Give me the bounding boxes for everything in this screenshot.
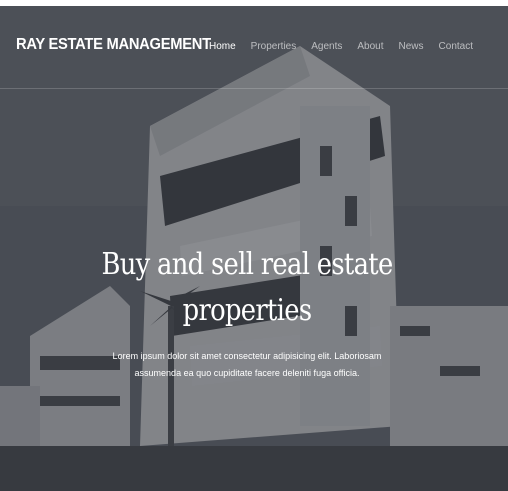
nav-link-contact[interactable]: Contact xyxy=(439,41,473,52)
nav-link-properties[interactable]: Properties xyxy=(251,41,297,52)
hero-description: Lorem ipsum dolor sit amet consectetur a… xyxy=(112,351,382,379)
nav-link-agents[interactable]: Agents xyxy=(311,41,342,52)
top-navbar: RAY ESTATE MANAGEMENT Home Properties Ag… xyxy=(0,6,508,89)
hero-content: Buy and sell real estate properties Lore… xyxy=(0,242,494,382)
nav-link-home[interactable]: Home xyxy=(209,41,236,52)
hero-title-line1: Buy and sell real estate xyxy=(101,247,393,282)
hero-section: RAY ESTATE MANAGEMENT Home Properties Ag… xyxy=(0,6,508,491)
hero-title-line2: properties xyxy=(182,293,312,328)
hero-title: Buy and sell real estate properties xyxy=(35,242,460,334)
nav-link-news[interactable]: News xyxy=(399,41,424,52)
nav-link-about[interactable]: About xyxy=(357,41,383,52)
brand-logo-link[interactable]: RAY ESTATE MANAGEMENT xyxy=(16,36,211,54)
main-nav: Home Properties Agents About News Contac… xyxy=(194,41,473,52)
